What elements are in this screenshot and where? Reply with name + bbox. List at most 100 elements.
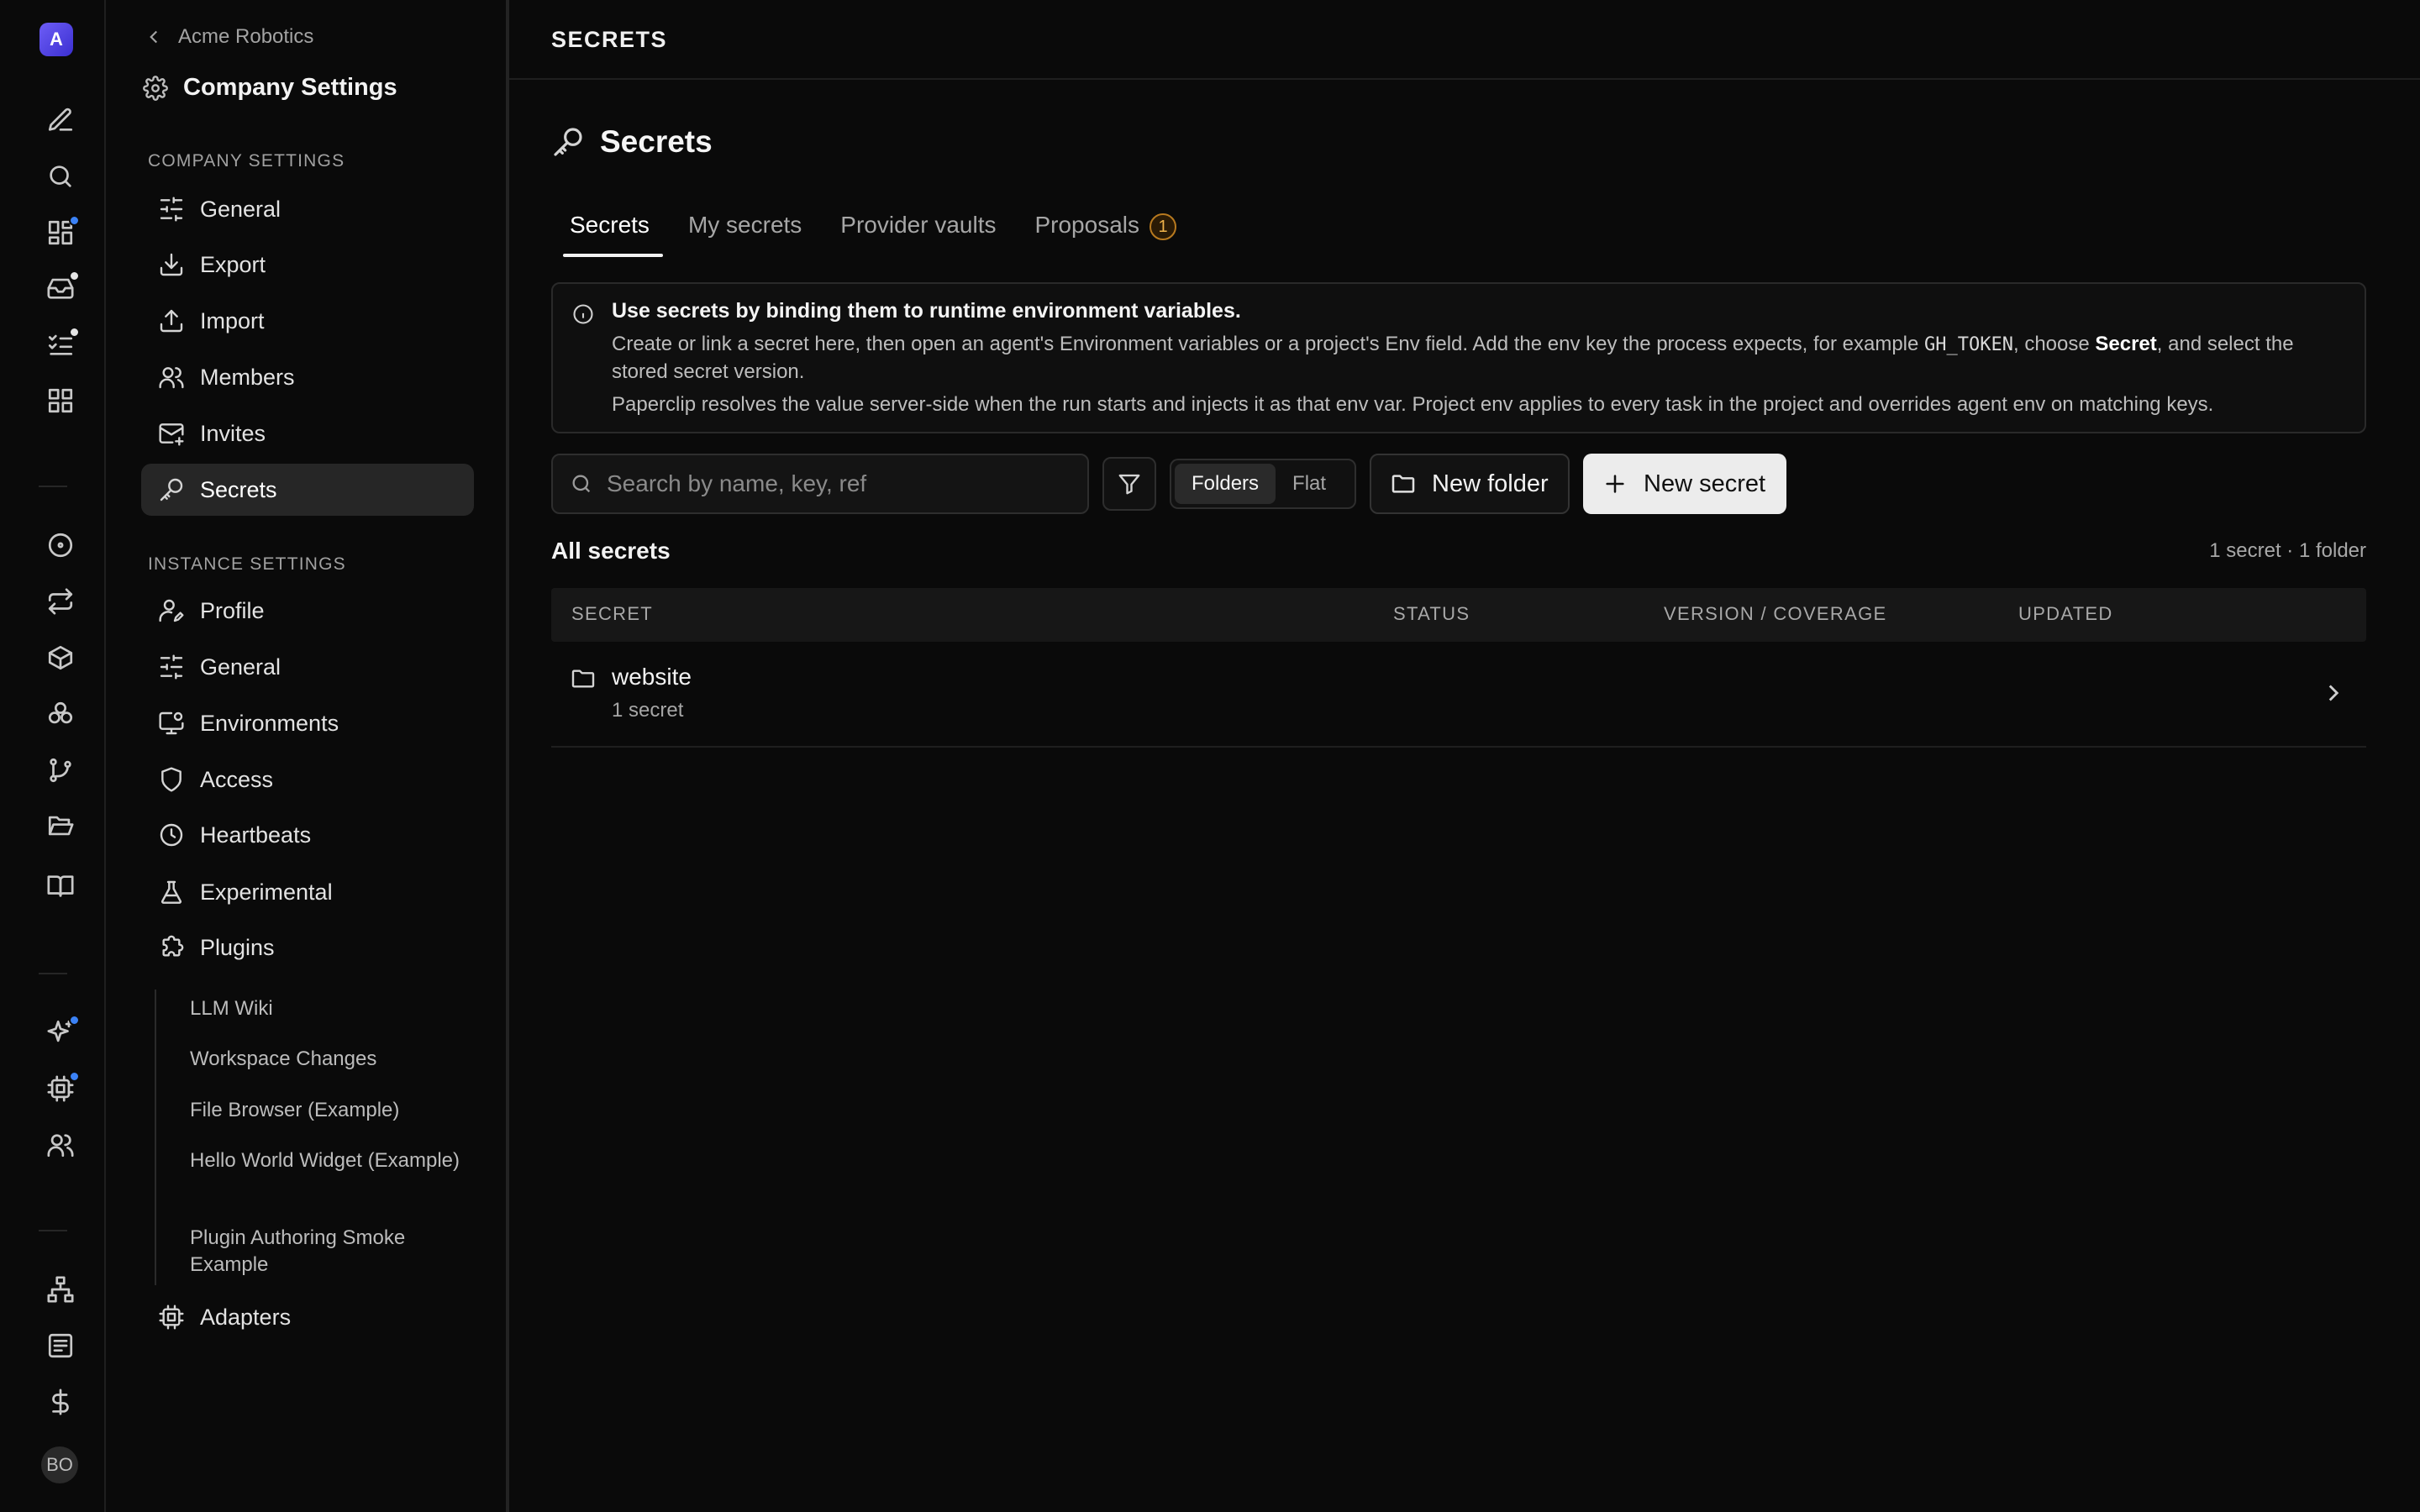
- search-icon[interactable]: [39, 155, 82, 197]
- column-header-version-coverage[interactable]: VERSION / COVERAGE: [1664, 603, 1886, 625]
- sidebar-item-heartbeats[interactable]: Heartbeats: [141, 809, 474, 861]
- sidebar-item-label: Members: [200, 364, 295, 390]
- new-secret-label: New secret: [1644, 470, 1766, 497]
- org-chart-icon[interactable]: [39, 1268, 82, 1310]
- shield-icon: [161, 767, 182, 792]
- folder-secret-count: 1 secret: [612, 699, 684, 722]
- list-title: All secrets: [551, 538, 671, 564]
- topbar: SECRETS: [509, 0, 2420, 80]
- user-avatar[interactable]: BO: [41, 1446, 78, 1483]
- notification-dot: [69, 270, 80, 281]
- column-header-status[interactable]: STATUS: [1393, 603, 1470, 625]
- new-folder-button[interactable]: New folder: [1370, 454, 1570, 514]
- sidebar-item-instance-general[interactable]: General: [141, 641, 474, 693]
- new-folder-label: New folder: [1432, 470, 1549, 497]
- cpu-icon: [159, 1305, 184, 1330]
- sidebar-item-experimental[interactable]: Experimental: [141, 866, 474, 918]
- sidebar-item-label: General: [200, 196, 281, 222]
- gear-icon: [143, 75, 168, 101]
- info-title: Use secrets by binding them to runtime e…: [612, 299, 1241, 323]
- routines-icon[interactable]: [39, 580, 82, 622]
- proposals-count-badge: 1: [1150, 213, 1176, 240]
- sidebar-item-import[interactable]: Import: [141, 295, 474, 347]
- sidebar-item-label: Plugins: [200, 934, 275, 960]
- view-folders-option[interactable]: Folders: [1175, 464, 1276, 504]
- column-header-updated[interactable]: UPDATED: [2018, 603, 2113, 625]
- apps-grid-icon[interactable]: [39, 380, 82, 422]
- filter-button[interactable]: [1102, 457, 1156, 511]
- chevron-right-icon[interactable]: [2319, 679, 2348, 707]
- users-icon: [159, 367, 184, 389]
- plugin-item-workspace-changes[interactable]: Workspace Changes: [190, 1046, 467, 1073]
- sidebar-item-adapters[interactable]: Adapters: [141, 1291, 474, 1343]
- sidebar-item-secrets[interactable]: Secrets: [141, 464, 474, 516]
- sidebar-item-profile[interactable]: Profile: [141, 585, 474, 637]
- key-icon: [554, 128, 582, 156]
- sidebar-item-access[interactable]: Access: [141, 753, 474, 806]
- plus-icon: [1606, 475, 1624, 493]
- info-text: Create or link a secret here, then open …: [612, 333, 1925, 355]
- sidebar-item-general[interactable]: General: [141, 183, 474, 235]
- tab-label: Proposals: [1034, 212, 1139, 238]
- rail-divider: [39, 1230, 67, 1231]
- cpu-icon[interactable]: [39, 1068, 82, 1110]
- sidebar-item-plugins[interactable]: Plugins: [141, 921, 474, 974]
- plugin-item-hello-world-widget[interactable]: Hello World Widget (Example): [190, 1147, 467, 1174]
- company-settings-section-label: COMPANY SETTINGS: [148, 151, 345, 171]
- notification-dot: [69, 1015, 80, 1026]
- new-issue-icon[interactable]: [39, 99, 82, 141]
- view-mode-toggle: Folders Flat: [1170, 459, 1356, 509]
- tab-provider-vaults[interactable]: Provider vaults: [827, 200, 1009, 257]
- sidebar-item-members[interactable]: Members: [141, 351, 474, 403]
- git-branch-icon[interactable]: [39, 749, 82, 791]
- flask-icon: [160, 880, 182, 904]
- view-flat-option[interactable]: Flat: [1276, 464, 1343, 504]
- activity-log-icon[interactable]: [39, 1325, 82, 1367]
- plugin-item-plugin-authoring-smoke[interactable]: Plugin Authoring Smoke Example: [190, 1225, 467, 1278]
- page-title: Secrets: [600, 124, 713, 159]
- goals-icon[interactable]: [39, 524, 82, 566]
- filter-icon: [1118, 474, 1140, 495]
- tab-secrets[interactable]: Secrets: [556, 200, 663, 257]
- sliders-icon: [160, 654, 183, 680]
- tabs: Secrets My secrets Provider vaults Propo…: [556, 200, 1202, 257]
- docs-book-icon[interactable]: [39, 865, 82, 907]
- billing-dollar-icon[interactable]: [39, 1381, 82, 1423]
- new-secret-button[interactable]: New secret: [1583, 454, 1786, 514]
- inbox-icon[interactable]: [39, 267, 82, 309]
- plugins-tree-line: [155, 990, 156, 1285]
- table-row[interactable]: website 1 secret: [551, 642, 2366, 748]
- sidebar-item-environments[interactable]: Environments: [141, 697, 474, 749]
- tab-my-secrets[interactable]: My secrets: [675, 200, 815, 257]
- puzzle-icon: [162, 935, 184, 957]
- sidebar-item-label: Experimental: [200, 879, 333, 905]
- tasks-icon[interactable]: [39, 323, 82, 365]
- sidebar-item-label: Environments: [200, 710, 339, 736]
- back-to-company-link[interactable]: Acme Robotics: [143, 25, 313, 49]
- tab-proposals[interactable]: Proposals 1: [1021, 200, 1190, 257]
- info-callout: Use secrets by binding them to runtime e…: [551, 282, 2366, 433]
- sparkles-icon[interactable]: [39, 1011, 82, 1053]
- info-paragraph-1: Create or link a secret here, then open …: [612, 331, 2326, 386]
- sidebar-item-export[interactable]: Export: [141, 239, 474, 291]
- company-avatar[interactable]: A: [39, 23, 73, 56]
- secrets-toolbar: Folders Flat New folder New secret: [551, 454, 2366, 514]
- notification-dot: [69, 1071, 80, 1082]
- dashboard-icon[interactable]: [39, 212, 82, 254]
- column-header-secret[interactable]: SECRET: [571, 603, 653, 625]
- search-box[interactable]: [551, 454, 1089, 514]
- sidebar-title: Company Settings: [143, 74, 397, 102]
- search-input[interactable]: [607, 470, 1077, 497]
- info-paragraph-2: Paperclip resolves the value server-side…: [612, 393, 2214, 416]
- sidebar-item-invites[interactable]: Invites: [141, 407, 474, 459]
- folder-open-icon[interactable]: [39, 805, 82, 847]
- plugin-item-llm-wiki[interactable]: LLM Wiki: [190, 995, 467, 1022]
- plugin-item-file-browser[interactable]: File Browser (Example): [190, 1097, 467, 1124]
- team-icon[interactable]: [39, 1124, 82, 1166]
- key-icon: [160, 478, 183, 501]
- folder-name: website: [612, 664, 692, 690]
- components-icon[interactable]: [39, 693, 82, 735]
- package-icon[interactable]: [39, 637, 82, 679]
- list-header: All secrets 1 secret · 1 folder: [551, 538, 2366, 568]
- back-link-label: Acme Robotics: [178, 25, 314, 48]
